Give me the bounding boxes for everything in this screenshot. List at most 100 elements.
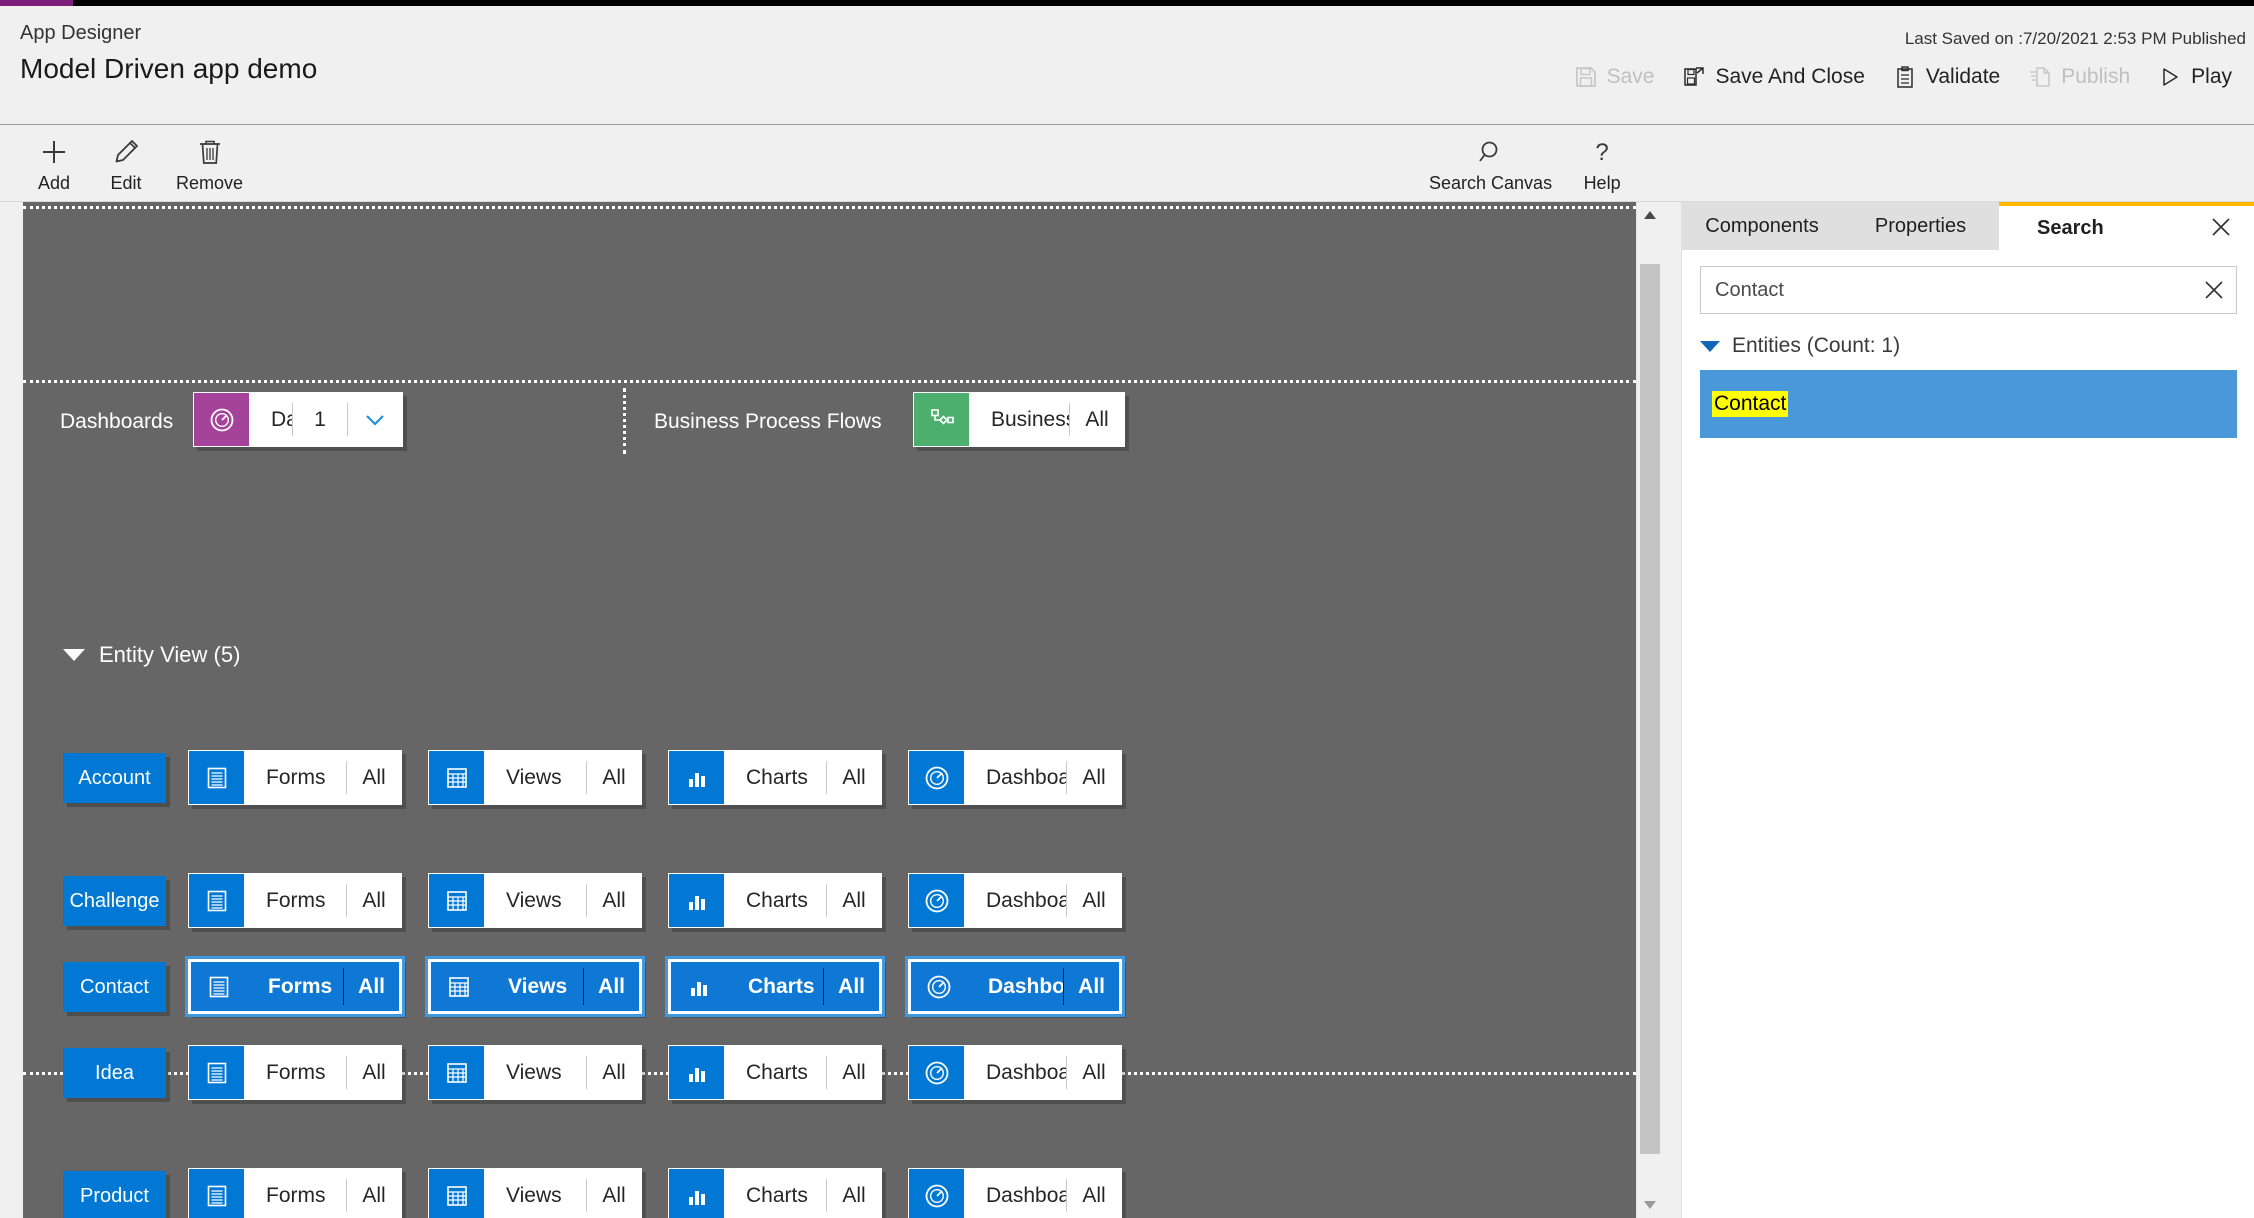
add-button[interactable]: Add: [18, 129, 90, 198]
table-row[interactable]: Dashboards All: [905, 956, 1125, 1017]
entity-view-section-header[interactable]: Entity View (5): [63, 642, 240, 668]
entity-chip-challenge[interactable]: Challenge: [63, 876, 166, 926]
dashboard-gauge-icon: [909, 1046, 964, 1099]
bar-chart-icon: [669, 874, 724, 927]
canvas-vertical-scrollbar[interactable]: [1636, 202, 1662, 1218]
table-row[interactable]: Charts All: [668, 750, 882, 805]
bpf-tile-name: Business Proces...: [991, 407, 1069, 431]
tile-count: All: [602, 1060, 626, 1084]
help-button[interactable]: ? Help: [1566, 129, 1638, 198]
tile-name: Views: [506, 1060, 562, 1084]
bar-chart-icon: [671, 962, 726, 1011]
tile-name: Dashboards: [986, 765, 1066, 789]
table-row[interactable]: Views All: [428, 1045, 642, 1100]
tile-name: Forms: [266, 1060, 326, 1084]
table-row[interactable]: Dashboards All: [908, 1045, 1122, 1100]
dashboard-gauge-icon: [911, 962, 966, 1011]
form-icon: [189, 1169, 244, 1218]
edit-label: Edit: [110, 173, 142, 193]
save-and-close-button[interactable]: Save And Close: [1668, 59, 1878, 95]
entity-chip-label: Contact: [80, 975, 149, 998]
table-row[interactable]: Charts All: [668, 873, 882, 928]
table-row[interactable]: Dashboards All: [908, 750, 1122, 805]
table-row[interactable]: Charts All: [668, 1045, 882, 1100]
entity-chip-product[interactable]: Product: [63, 1171, 166, 1218]
scrollbar-thumb[interactable]: [1640, 264, 1660, 1154]
tile-name: Forms: [266, 888, 326, 912]
entity-chip-idea[interactable]: Idea: [63, 1048, 166, 1098]
table-row[interactable]: Charts All: [668, 1168, 882, 1218]
right-side-panel: Components Properties Search Entities (C…: [1681, 202, 2254, 1218]
table-row[interactable]: Charts All: [665, 956, 885, 1017]
table-row[interactable]: Forms All: [188, 1045, 402, 1100]
tile-count: All: [838, 974, 865, 998]
table-row[interactable]: Dashboards All: [908, 1168, 1122, 1218]
tile-count: All: [358, 974, 385, 998]
search-input[interactable]: [1701, 278, 2192, 302]
tile-name: Charts: [746, 1183, 808, 1207]
business-process-flows-component-tile[interactable]: Business Proces... All: [913, 392, 1125, 447]
search-canvas-button[interactable]: Search Canvas: [1415, 129, 1566, 198]
section-vertical-divider: [623, 388, 626, 454]
remove-label: Remove: [176, 173, 244, 193]
bar-chart-icon: [669, 1169, 724, 1218]
tile-name: Views: [506, 888, 562, 912]
form-icon: [189, 874, 244, 927]
close-icon[interactable]: [2208, 214, 2234, 240]
tab-properties[interactable]: Properties: [1842, 202, 1999, 250]
scroll-up-arrow-icon[interactable]: [1637, 202, 1663, 228]
grid-icon: [429, 1169, 484, 1218]
dashboards-component-tile[interactable]: Dashboards 1: [193, 392, 403, 447]
tile-name: Charts: [746, 765, 808, 789]
entity-chip-account[interactable]: Account: [63, 753, 166, 803]
tile-count: All: [842, 1183, 866, 1207]
validate-clipboard-icon: [1893, 65, 1917, 89]
scroll-down-arrow-icon[interactable]: [1637, 1192, 1663, 1218]
table-row[interactable]: Forms All: [188, 750, 402, 805]
table-row[interactable]: Forms All: [188, 1168, 402, 1218]
tile-name: Views: [508, 974, 568, 998]
play-triangle-icon: [2158, 65, 2182, 89]
save-icon: [1574, 65, 1598, 89]
last-saved-status: Last Saved on :7/20/2021 2:53 PM Publish…: [1904, 29, 2246, 48]
panel-tab-strip: Components Properties Search: [1682, 202, 2254, 250]
list-item[interactable]: Contact: [1700, 370, 2237, 438]
play-button[interactable]: Play: [2144, 59, 2246, 95]
search-input-container[interactable]: [1700, 266, 2237, 314]
play-label: Play: [2191, 65, 2232, 88]
grid-icon: [429, 874, 484, 927]
validate-button[interactable]: Validate: [1879, 59, 2014, 95]
table-row[interactable]: Forms All: [188, 873, 402, 928]
table-row[interactable]: Views All: [428, 873, 642, 928]
entity-chip-contact[interactable]: Contact: [63, 962, 166, 1012]
save-button[interactable]: Save: [1560, 59, 1669, 95]
ribbon-right-group: Search Canvas ? Help: [1415, 129, 1638, 198]
table-row[interactable]: Views All: [425, 956, 645, 1017]
tab-components[interactable]: Components: [1682, 202, 1842, 250]
dashboard-gauge-icon: [909, 1169, 964, 1218]
save-and-close-icon: [1682, 65, 1706, 89]
tile-count: All: [602, 888, 626, 912]
remove-button[interactable]: Remove: [162, 129, 257, 198]
publish-button[interactable]: Publish: [2014, 59, 2144, 95]
pencil-icon: [112, 137, 140, 167]
table-row[interactable]: Views All: [428, 750, 642, 805]
table-row[interactable]: Views All: [428, 1168, 642, 1218]
chevron-down-icon[interactable]: [348, 393, 402, 446]
question-mark-icon: ?: [1588, 137, 1616, 167]
publish-page-icon: [2028, 65, 2052, 89]
edit-button[interactable]: Edit: [90, 129, 162, 198]
table-row[interactable]: Dashboards All: [908, 873, 1122, 928]
tile-count: All: [362, 888, 386, 912]
help-label: Help: [1583, 173, 1621, 193]
tile-count: All: [1078, 974, 1105, 998]
chevron-down-icon: [63, 649, 85, 661]
search-result-label: Contact: [1712, 391, 1789, 417]
clear-icon[interactable]: [2192, 267, 2236, 313]
results-group-header[interactable]: Entities (Count: 1): [1700, 334, 2237, 358]
app-canvas: Dashboards Dashboards 1 Business Process…: [23, 202, 1636, 1218]
tile-name: Dashboards: [986, 1060, 1066, 1084]
tile-count: All: [1082, 765, 1106, 789]
table-row[interactable]: Forms All: [185, 956, 405, 1017]
tile-name: Charts: [746, 888, 808, 912]
